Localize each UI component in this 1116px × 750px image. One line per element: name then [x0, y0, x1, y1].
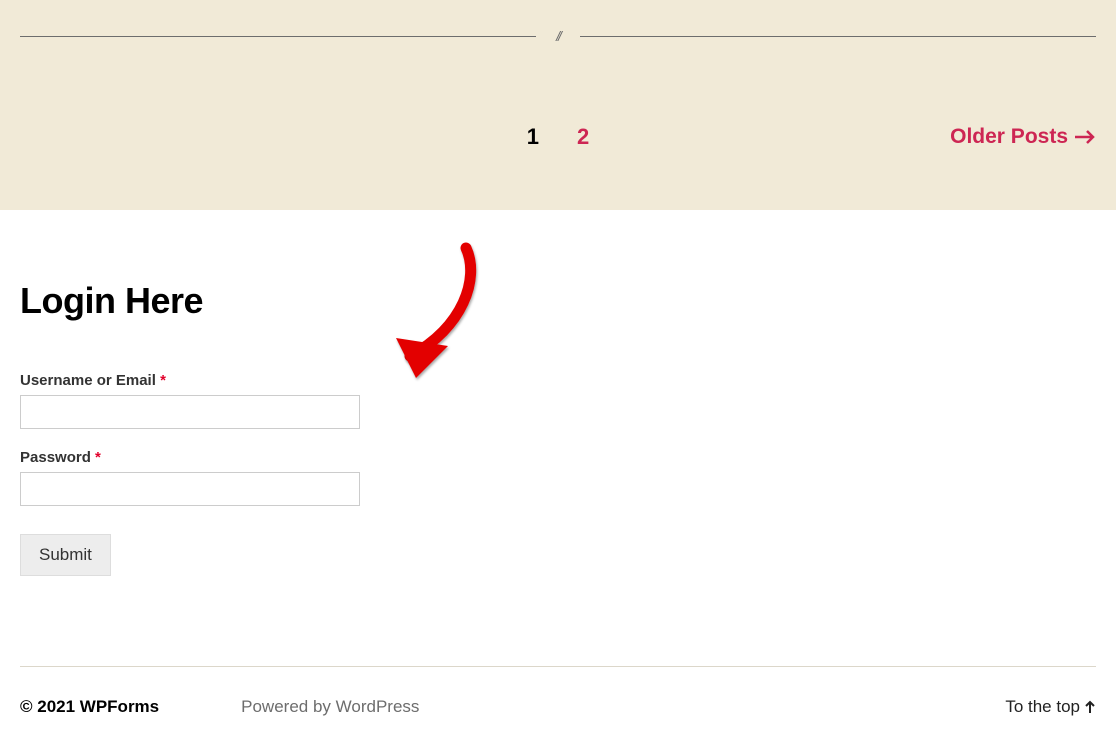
username-group: Username or Email * — [20, 372, 1096, 429]
page-link-2[interactable]: 2 — [577, 124, 589, 150]
divider-line-left — [20, 36, 536, 37]
annotation-arrow-icon — [388, 238, 488, 388]
username-label: Username or Email * — [20, 372, 1096, 389]
password-input[interactable] — [20, 472, 360, 506]
page-current: 1 — [527, 124, 539, 150]
arrow-up-icon — [1084, 700, 1096, 714]
powered-by-link[interactable]: Powered by WordPress — [241, 697, 419, 717]
login-heading: Login Here — [20, 280, 1096, 322]
username-input[interactable] — [20, 395, 360, 429]
password-group: Password * — [20, 449, 1096, 506]
divider: // — [20, 0, 1096, 44]
older-posts-link[interactable]: Older Posts — [950, 125, 1096, 149]
login-section: Login Here Username or Email * Password … — [0, 210, 1116, 666]
divider-slashes: // — [556, 28, 560, 44]
to-top-label: To the top — [1005, 697, 1080, 717]
pagination-section: // 1 2 Older Posts — [0, 0, 1116, 210]
copyright: © 2021 WPForms — [20, 697, 159, 717]
pagination: 1 2 Older Posts — [20, 124, 1096, 150]
older-posts-label: Older Posts — [950, 125, 1068, 149]
page-numbers: 1 2 — [527, 124, 590, 150]
required-mark: * — [95, 449, 101, 466]
divider-line-right — [580, 36, 1096, 37]
footer: © 2021 WPForms Powered by WordPress To t… — [0, 667, 1116, 727]
to-top-link[interactable]: To the top — [1005, 697, 1096, 717]
password-label: Password * — [20, 449, 1096, 466]
required-mark: * — [160, 372, 166, 389]
arrow-right-icon — [1074, 129, 1096, 145]
submit-button[interactable]: Submit — [20, 534, 111, 576]
